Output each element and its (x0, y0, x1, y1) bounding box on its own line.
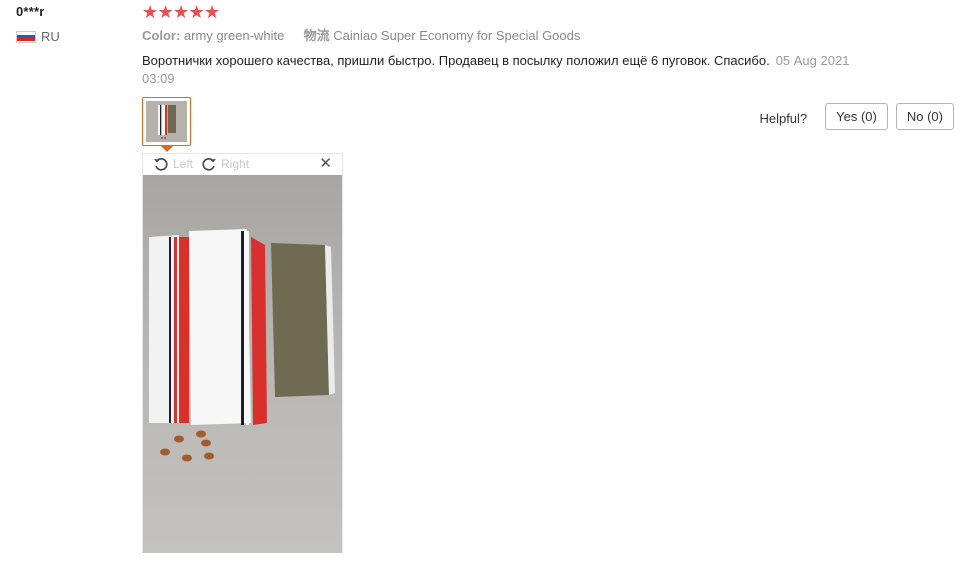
review-body: ★ ★ ★ ★ ★ Color: army green-white 物流 Cai… (142, 3, 962, 88)
color-value: army green-white (183, 28, 285, 43)
rotate-left-button[interactable]: Left (153, 156, 193, 172)
shipping-label: 物流 (303, 28, 330, 43)
country-code: RU (41, 29, 60, 44)
feedback-text-block: Воротнички хорошего качества, пришли быс… (142, 52, 862, 88)
feedback-text: Воротнички хорошего качества, пришли быс… (142, 53, 770, 68)
review-photo-thumbnail[interactable] (142, 97, 191, 152)
photo-viewer: Left Right ✕ (142, 153, 343, 553)
rotate-left-label: Left (173, 157, 194, 171)
rotate-right-icon (202, 158, 217, 171)
reviewer-info: 0***r RU (16, 4, 126, 44)
order-attributes: Color: army green-white 物流 Cainiao Super… (142, 28, 962, 44)
star-icon: ★ (188, 2, 205, 22)
shipping-value: Cainiao Super Economy for Special Goods (333, 28, 581, 43)
reviewer-name: 0***r (16, 4, 45, 19)
close-icon[interactable]: ✕ (319, 156, 332, 171)
color-label: Color: (142, 28, 181, 43)
rotate-right-label: Right (221, 157, 250, 171)
active-thumbnail-caret (161, 146, 173, 152)
helpful-no-button[interactable]: No (0) (895, 103, 954, 130)
rotate-left-icon (154, 158, 168, 171)
star-icon: ★ (142, 2, 159, 22)
helpful-label: Helpful? (759, 111, 808, 126)
rotate-right-button[interactable]: Right (201, 156, 249, 172)
review-photo-large (143, 175, 342, 553)
helpful-yes-button[interactable]: Yes (0) (825, 103, 888, 130)
russia-flag-icon (16, 30, 36, 43)
star-icon: ★ (157, 2, 174, 22)
thumbnail-image (146, 101, 187, 142)
star-rating: ★ ★ ★ ★ ★ (142, 3, 962, 21)
review-photos (142, 97, 191, 152)
star-icon: ★ (204, 2, 221, 22)
star-icon: ★ (173, 2, 190, 22)
reviewer-country: RU (16, 29, 126, 44)
helpful-vote: Helpful? Yes (0) No (0) (759, 103, 954, 130)
photo-viewer-toolbar: Left Right ✕ (143, 154, 342, 174)
